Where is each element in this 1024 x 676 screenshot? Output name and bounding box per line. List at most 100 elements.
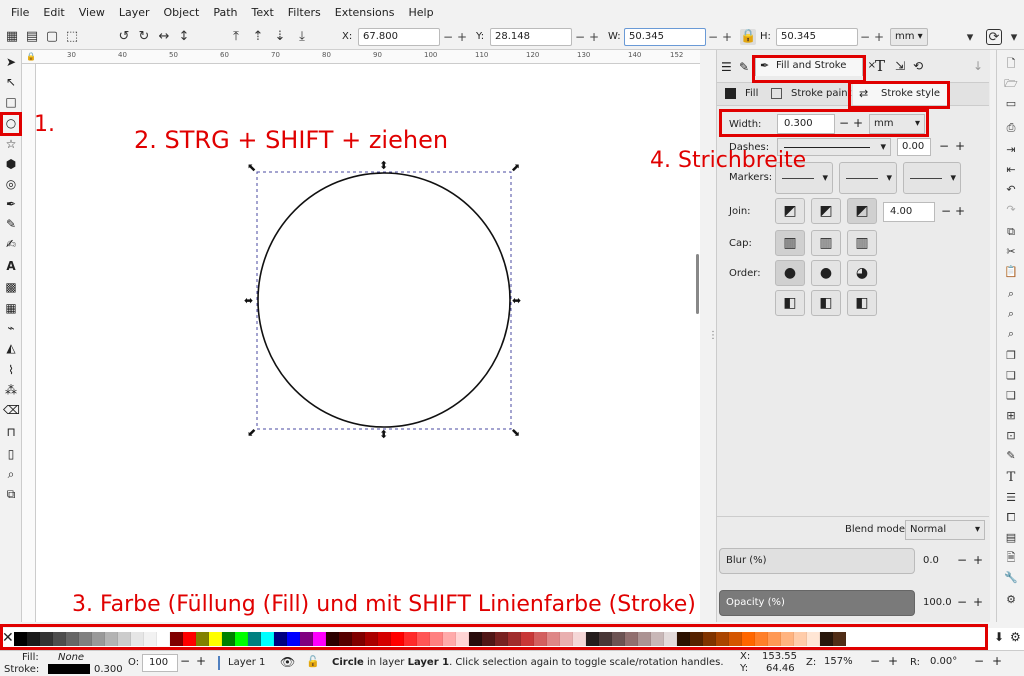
selector-tool-icon[interactable]: ➤ <box>3 54 19 70</box>
spiral-tool-icon[interactable]: ◎ <box>3 176 19 192</box>
snap-toggle-icon[interactable]: ⟳ <box>986 29 1002 45</box>
zoom-drawing-icon[interactable]: ⌕ <box>1003 306 1019 322</box>
settings-gear-icon[interactable]: ⚙ <box>1003 592 1019 608</box>
menu-extensions[interactable]: Extensions <box>328 6 402 19</box>
group-icon[interactable]: ⊞ <box>1003 408 1019 424</box>
select-all-layers-icon[interactable]: ▤ <box>24 29 40 45</box>
lower-icon[interactable]: ⇣ <box>272 29 288 45</box>
palette-settings-icon[interactable]: ⚙ <box>1010 630 1021 644</box>
h-plus-button[interactable]: + <box>874 28 884 46</box>
mid-marker-select[interactable]: ▾ <box>839 162 897 194</box>
menu-edit[interactable]: Edit <box>36 6 71 19</box>
w-minus-button[interactable]: − <box>708 28 718 46</box>
order-normal-icon[interactable]: ● <box>775 260 805 286</box>
duplicate-icon[interactable]: ❐ <box>1003 348 1019 364</box>
panel-menu-icon[interactable]: ☰ <box>721 60 732 74</box>
export-tab-icon[interactable]: ⇲ <box>895 59 905 73</box>
dash-plus-button[interactable]: + <box>955 139 965 153</box>
scale-handle-sw-icon[interactable]: ⬋ <box>247 427 256 438</box>
lower-bottom-icon[interactable]: ⤓ <box>294 29 310 45</box>
flip-vertical-icon[interactable]: ↕ <box>176 29 192 45</box>
menu-view[interactable]: View <box>72 6 112 19</box>
xml-editor-icon[interactable]: ⧠ <box>1003 510 1019 526</box>
ruler-lock-icon[interactable]: 🔒 <box>26 52 36 62</box>
menu-path[interactable]: Path <box>206 6 244 19</box>
cap-square-icon[interactable]: ▥ <box>847 230 877 256</box>
panel-brush-icon[interactable]: ✎ <box>739 60 749 74</box>
canvas-scrollbar[interactable] <box>696 254 699 314</box>
open-icon[interactable]: 🗁 <box>1003 76 1019 92</box>
join-bevel-icon[interactable]: ◩ <box>775 198 805 224</box>
scale-handle-e-icon[interactable]: ⬌ <box>512 295 521 306</box>
order-stroke-fill-icon[interactable]: ● <box>811 260 841 286</box>
text-font-tab-icon[interactable]: T <box>875 57 885 75</box>
lock-ratio-icon[interactable]: 🔒 <box>740 29 756 45</box>
save-icon[interactable]: ▭ <box>1003 96 1019 112</box>
blur-minus-button[interactable]: − <box>957 553 967 567</box>
rotation-field[interactable]: 0.00° <box>922 654 970 672</box>
zoom-selection-icon[interactable]: ⌕ <box>1003 286 1019 302</box>
menu-filters[interactable]: Filters <box>281 6 328 19</box>
flip-horizontal-icon[interactable]: ↔ <box>156 29 172 45</box>
palette-scroll-icon[interactable]: ⬇ <box>994 630 1004 644</box>
zoom-minus-button[interactable]: − <box>870 654 880 668</box>
node-tool-icon[interactable]: ↖ <box>3 74 19 90</box>
scale-handle-n-icon[interactable]: ⬍ <box>379 160 388 171</box>
opacity-indicator-plus[interactable]: + <box>196 654 206 668</box>
x-plus-button[interactable]: + <box>457 28 467 46</box>
zoom-page-icon[interactable]: ⌕ <box>1003 326 1019 342</box>
miter-plus-button[interactable]: + <box>955 204 965 218</box>
w-plus-button[interactable]: + <box>722 28 732 46</box>
menu-object[interactable]: Object <box>157 6 207 19</box>
blur-plus-button[interactable]: + <box>973 553 983 567</box>
import-icon[interactable]: ⇥ <box>1003 142 1019 158</box>
unlink-clone-icon[interactable]: ❑ <box>1003 388 1019 404</box>
blend-mode-select[interactable]: Normal ▾ <box>905 520 985 540</box>
join-round-icon[interactable]: ◩ <box>811 198 841 224</box>
menu-layer[interactable]: Layer <box>112 6 157 19</box>
align-dialog-icon[interactable]: ▤ <box>1003 530 1019 546</box>
order-fill-markers-icon[interactable]: ◕ <box>847 260 877 286</box>
menu-file[interactable]: File <box>4 6 36 19</box>
h-field[interactable]: 50.345 <box>776 28 858 46</box>
pen-tool-icon[interactable]: ✒ <box>3 196 19 212</box>
calligraphy-tool-icon[interactable]: ✍ <box>3 236 19 252</box>
layer-visibility-icon[interactable]: 👁 <box>280 655 295 669</box>
panel-dock-arrow-icon[interactable]: ↓ <box>973 59 983 73</box>
paste-icon[interactable]: 📋 <box>1003 264 1019 280</box>
opacity-plus-button[interactable]: + <box>973 595 983 609</box>
overflow-chevron-icon[interactable]: ▾ <box>962 30 978 46</box>
end-marker-select[interactable]: ▾ <box>903 162 961 194</box>
redo-icon[interactable]: ↷ <box>1003 202 1019 218</box>
bucket-tool-icon[interactable]: ◭ <box>3 340 19 356</box>
zoom-field[interactable]: 157% <box>818 654 864 672</box>
dropper-tool-icon[interactable]: ⌁ <box>3 320 19 336</box>
zoom-tool-icon[interactable]: ⌕ <box>3 466 19 482</box>
cut-icon[interactable]: ✂ <box>1003 244 1019 260</box>
order-markers-fill-icon[interactable]: ◧ <box>775 290 805 316</box>
undo-history-tab-icon[interactable]: ⟲ <box>913 59 923 73</box>
current-layer-label[interactable]: Layer 1 <box>228 657 265 668</box>
dash-offset-field[interactable]: 0.00 <box>897 138 931 156</box>
new-document-icon[interactable]: 🗋 <box>1003 56 1019 72</box>
x-minus-button[interactable]: − <box>443 28 453 46</box>
subtab-stroke-paint[interactable]: Stroke paint <box>791 88 852 99</box>
x-field[interactable]: 67.800 <box>358 28 440 46</box>
zoom-plus-button[interactable]: + <box>888 654 898 668</box>
undo-icon[interactable]: ↶ <box>1003 182 1019 198</box>
snap-menu-icon[interactable]: ▾ <box>1006 30 1022 46</box>
raise-icon[interactable]: ⇡ <box>250 29 266 45</box>
scale-handle-ne-icon[interactable]: ⬈ <box>511 162 520 173</box>
cap-round-icon[interactable]: ▥ <box>811 230 841 256</box>
fill-indicator-value[interactable]: None <box>58 652 84 663</box>
print-icon[interactable]: ⎙ <box>1003 120 1019 136</box>
opacity-value[interactable]: 100.0 <box>921 592 961 614</box>
mesh-tool-icon[interactable]: ▦ <box>3 300 19 316</box>
stroke-indicator-swatch[interactable] <box>48 664 90 674</box>
menu-help[interactable]: Help <box>401 6 440 19</box>
order-markers-stroke-icon[interactable]: ◧ <box>811 290 841 316</box>
export-icon[interactable]: ⇤ <box>1003 162 1019 178</box>
subtab-fill[interactable]: Fill <box>745 88 758 99</box>
fill-stroke-dialog-icon[interactable]: ✎ <box>1003 448 1019 464</box>
preferences-icon[interactable]: 🔧 <box>1003 570 1019 586</box>
